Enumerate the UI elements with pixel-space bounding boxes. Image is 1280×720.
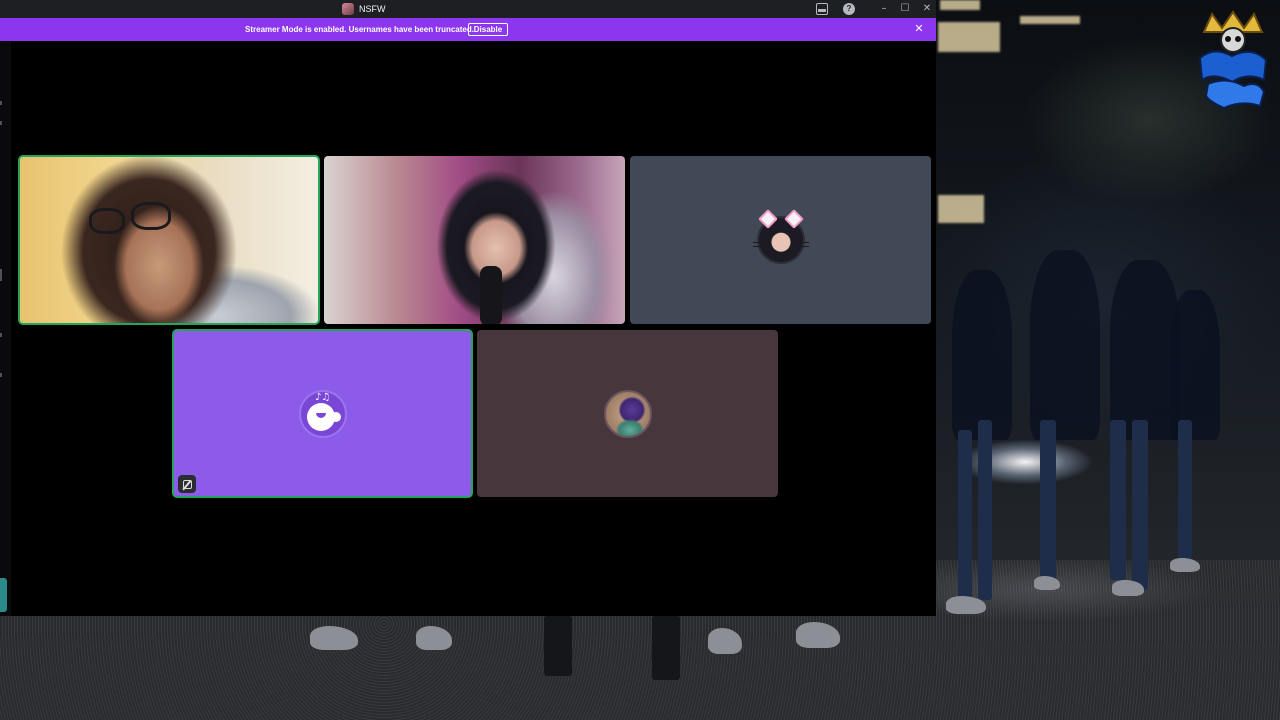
cat-ear-avatar xyxy=(753,209,809,264)
title-bar[interactable]: NSFW ? – ☐ ✕ xyxy=(0,0,936,18)
person-leg xyxy=(1110,420,1126,580)
building-window-light xyxy=(940,0,980,10)
help-icon[interactable]: ? xyxy=(843,3,855,15)
server-icon xyxy=(342,3,354,15)
sidebar-marker xyxy=(0,373,2,377)
disable-streamer-mode-button[interactable]: Disable xyxy=(468,23,508,36)
person-leg xyxy=(958,430,972,600)
video-tile-avatar[interactable]: ♪♫ xyxy=(172,329,473,498)
person-silhouette xyxy=(1030,250,1100,440)
person-leg xyxy=(1040,420,1056,580)
whisker-icon xyxy=(753,246,762,247)
music-notes-icon: ♪♫ xyxy=(315,392,331,403)
person-leg xyxy=(544,616,572,676)
person-shoe xyxy=(1170,558,1200,572)
person-leg xyxy=(652,616,680,680)
person-shoe xyxy=(1112,580,1144,596)
person-shoe xyxy=(1034,576,1060,590)
inbox-icon[interactable] xyxy=(816,3,828,15)
microphone-shape xyxy=(480,266,502,324)
maximize-button[interactable]: ☐ xyxy=(898,2,912,16)
person-leg xyxy=(978,420,992,600)
close-button[interactable]: ✕ xyxy=(920,2,934,16)
building-window-light xyxy=(1020,16,1080,24)
sidebar-marker xyxy=(0,269,2,281)
creature-avatar xyxy=(604,390,652,438)
glasses-shape xyxy=(89,208,125,234)
sidebar-marker xyxy=(0,121,2,125)
window-title: NSFW xyxy=(359,4,386,14)
streamer-mode-notice: Streamer Mode is enabled. Usernames have… xyxy=(0,18,936,41)
person-shoe xyxy=(946,596,986,614)
sidebar-marker xyxy=(0,101,2,105)
building-window-light xyxy=(938,195,984,223)
person-silhouette xyxy=(1170,290,1220,440)
whisker-icon xyxy=(800,242,809,243)
sidebar-scroll-indicator[interactable] xyxy=(0,578,7,612)
discord-window: NSFW ? – ☐ ✕ Streamer Mode is enabled. U… xyxy=(0,0,936,616)
gear-icon xyxy=(310,406,332,428)
crown-skull-logo xyxy=(1198,10,1268,110)
cat-ear-icon xyxy=(758,209,778,229)
video-tile-avatar[interactable] xyxy=(630,156,931,324)
video-tile-avatar[interactable] xyxy=(477,330,778,497)
activity-button[interactable] xyxy=(178,475,196,493)
video-tile-camera[interactable] xyxy=(324,156,625,324)
video-tile-camera[interactable] xyxy=(18,155,320,325)
person-silhouette xyxy=(952,270,1012,440)
small-gear-icon xyxy=(331,412,341,422)
music-bot-avatar: ♪♫ xyxy=(299,390,347,438)
close-notice-icon[interactable]: ✕ xyxy=(912,22,926,36)
whisker-icon xyxy=(753,242,762,243)
whisker-icon xyxy=(800,246,809,247)
minimize-button[interactable]: – xyxy=(877,2,891,16)
person-leg xyxy=(1132,420,1148,590)
server-sidebar-edge xyxy=(0,41,11,616)
activity-icon xyxy=(182,479,192,489)
building-window-light xyxy=(938,22,1000,52)
sidebar-marker xyxy=(0,333,2,337)
person-leg xyxy=(1178,420,1192,560)
streamer-mode-text: Streamer Mode is enabled. Usernames have… xyxy=(245,25,474,34)
glasses-shape xyxy=(131,202,171,230)
cat-ear-icon xyxy=(784,209,804,229)
